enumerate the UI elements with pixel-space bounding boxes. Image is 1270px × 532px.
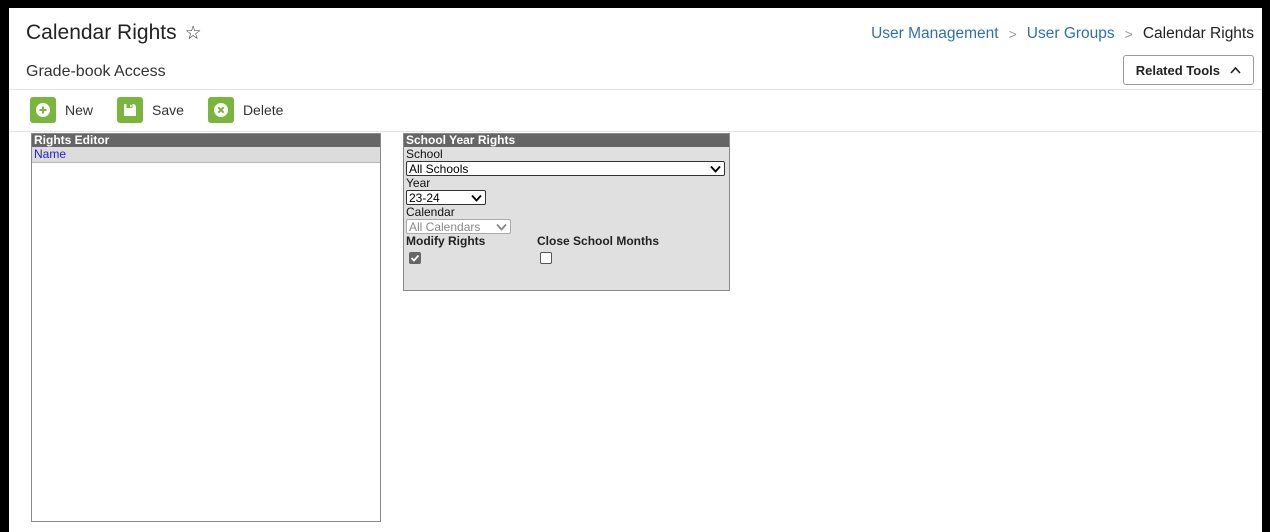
- breadcrumb-separator: >: [1008, 26, 1017, 42]
- chevron-down-icon: [710, 165, 721, 173]
- school-select[interactable]: All Schools: [406, 161, 725, 176]
- app-frame: Calendar Rights ☆ Grade-book Access User…: [9, 8, 1262, 532]
- calendar-label: Calendar: [406, 205, 455, 219]
- calendar-select-value: All Calendars: [409, 219, 481, 234]
- checkmark-icon: [410, 254, 420, 262]
- breadcrumb-user-groups[interactable]: User Groups: [1027, 25, 1115, 43]
- school-year-rights-title: School Year Rights: [404, 134, 729, 147]
- save-button[interactable]: Save: [117, 97, 184, 123]
- rights-editor-panel: Rights Editor Name: [31, 133, 381, 522]
- modify-rights-checkbox[interactable]: [409, 252, 421, 264]
- header-divider: [9, 89, 1262, 90]
- delete-button[interactable]: Delete: [207, 97, 284, 123]
- breadcrumb-current: Calendar Rights: [1142, 25, 1254, 42]
- modify-rights-label: Modify Rights: [406, 234, 486, 248]
- plus-circle-icon: [30, 97, 56, 123]
- school-label: School: [406, 147, 443, 161]
- chevron-down-icon: [471, 194, 482, 202]
- chevron-down-icon: [496, 223, 507, 231]
- name-column-header[interactable]: Name: [32, 147, 380, 163]
- close-school-months-checkbox[interactable]: [540, 252, 552, 264]
- star-icon[interactable]: ☆: [185, 24, 202, 43]
- new-label: New: [65, 102, 94, 118]
- save-icon: [117, 97, 144, 123]
- toolbar-divider: [9, 131, 1262, 132]
- calendar-select[interactable]: All Calendars: [406, 219, 511, 234]
- year-select[interactable]: 23-24: [406, 190, 486, 205]
- related-tools-label: Related Tools: [1135, 62, 1220, 78]
- save-label: Save: [152, 102, 184, 118]
- school-year-rights-panel: School Year Rights School All Schools Ye…: [403, 133, 730, 291]
- page-title: Calendar Rights: [26, 21, 177, 44]
- school-select-value: All Schools: [409, 161, 469, 176]
- title-row: Calendar Rights ☆: [26, 21, 202, 45]
- rights-checkbox-row: Modify Rights Close School Months: [406, 235, 727, 264]
- chevron-up-icon: [1230, 66, 1241, 74]
- rights-editor-title: Rights Editor: [32, 134, 380, 147]
- year-select-value: 23-24: [409, 190, 440, 205]
- related-tools-button[interactable]: Related Tools: [1122, 55, 1254, 85]
- delete-circle-icon: [207, 97, 234, 123]
- delete-label: Delete: [242, 102, 284, 118]
- breadcrumb-separator: >: [1124, 26, 1133, 42]
- year-label: Year: [406, 176, 431, 190]
- close-school-months-label: Close School Months: [537, 234, 660, 248]
- breadcrumb-user-management[interactable]: User Management: [871, 25, 999, 43]
- breadcrumb: User Management > User Groups > Calendar…: [871, 25, 1254, 43]
- page-subtitle: Grade-book Access: [26, 63, 166, 80]
- toolbar: New Save Delete: [30, 95, 307, 125]
- new-button[interactable]: New: [30, 97, 93, 123]
